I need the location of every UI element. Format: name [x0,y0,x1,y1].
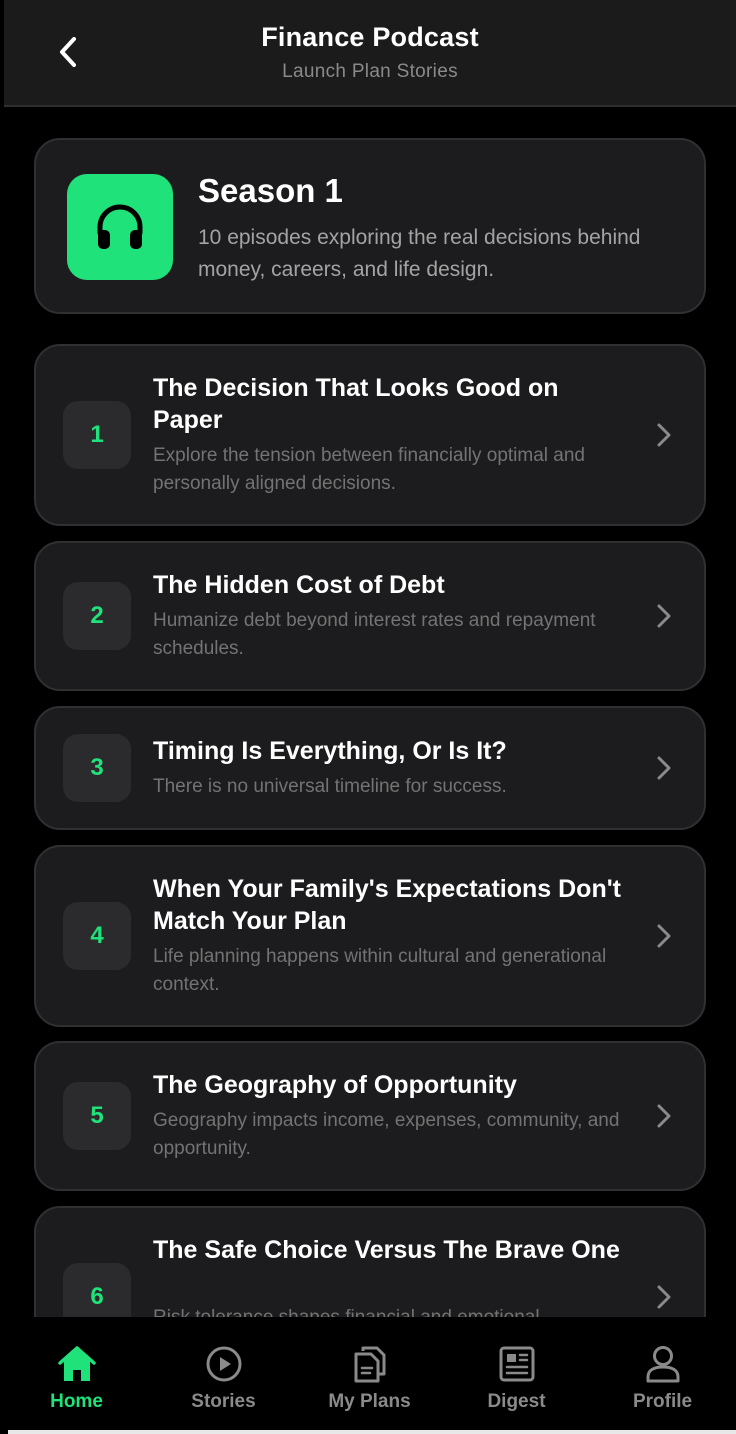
episode-card-2[interactable]: 2 The Hidden Cost of Debt Humanize debt … [34,541,706,691]
episode-description: Risk tolerance shapes financial and emot… [153,1304,633,1317]
tab-label: Digest [487,1391,546,1412]
tab-my-plans[interactable]: My Plans [296,1317,443,1427]
season-title: Season 1 [198,172,343,209]
episode-card-5[interactable]: 5 The Geography of Opportunity Geography… [34,1041,706,1191]
season-artwork [67,174,173,280]
tab-label: Home [50,1391,103,1412]
chevron-right-icon [654,754,674,782]
tab-profile[interactable]: Profile [589,1317,736,1427]
episode-description: Humanize debt beyond interest rates and … [153,610,596,659]
home-icon [56,1343,98,1385]
headphones-icon [97,204,143,249]
episode-card-6[interactable]: 6 The Safe Choice Versus The Brave One R… [34,1206,706,1317]
episode-title: When Your Family's Expectations Don't Ma… [153,875,621,935]
episode-description: There is no universal timeline for succe… [153,776,507,797]
chevron-right-icon [654,602,674,630]
tab-home[interactable]: Home [3,1317,150,1427]
episode-description: Life planning happens within cultural an… [153,946,607,995]
chevron-right-icon [654,922,674,950]
episode-number-badge: 6 [63,1263,131,1317]
home-indicator [8,1430,736,1434]
page-subtitle: Launch Plan Stories [282,61,458,82]
episode-number-badge: 2 [63,582,131,650]
play-circle-icon [203,1343,245,1385]
episode-number-badge: 4 [63,902,131,970]
season-card: Season 1 10 episodes exploring the real … [34,138,706,314]
episode-number-badge: 1 [63,401,131,469]
episode-number-badge: 5 [63,1082,131,1150]
episode-description: Geography impacts income, expenses, comm… [153,1110,620,1159]
chevron-right-icon [654,1102,674,1130]
episode-title: The Geography of Opportunity [153,1071,517,1099]
episode-card-4[interactable]: 4 When Your Family's Expectations Don't … [34,845,706,1027]
episode-card-1[interactable]: 1 The Decision That Looks Good on Paper … [34,344,706,526]
documents-icon [349,1343,391,1385]
episode-title: Timing Is Everything, Or Is It? [153,737,507,765]
episode-title: The Safe Choice Versus The Brave One [153,1236,620,1264]
episode-list-scroll[interactable]: Season 1 10 episodes exploring the real … [0,108,736,1317]
page-title: Finance Podcast [261,22,479,52]
person-icon [642,1343,684,1385]
bottom-tab-bar: Home Stories My Plans Digest Profile [0,1317,736,1434]
episode-number-badge: 3 [63,734,131,802]
episode-description: Explore the tension between financially … [153,445,585,494]
tab-label: My Plans [328,1391,411,1412]
episode-title: The Decision That Looks Good on Paper [153,374,559,434]
season-description: 10 episodes exploring the real decisions… [198,226,641,281]
tab-stories[interactable]: Stories [150,1317,297,1427]
tab-digest[interactable]: Digest [443,1317,590,1427]
tab-label: Profile [632,1391,693,1412]
newspaper-icon [496,1343,538,1385]
chevron-right-icon [654,1283,674,1311]
episode-title: The Hidden Cost of Debt [153,571,445,599]
top-nav-bar: Finance Podcast Launch Plan Stories [4,0,736,107]
episode-card-3[interactable]: 3 Timing Is Everything, Or Is It? There … [34,706,706,830]
chevron-right-icon [654,421,674,449]
tab-label: Stories [191,1391,256,1412]
